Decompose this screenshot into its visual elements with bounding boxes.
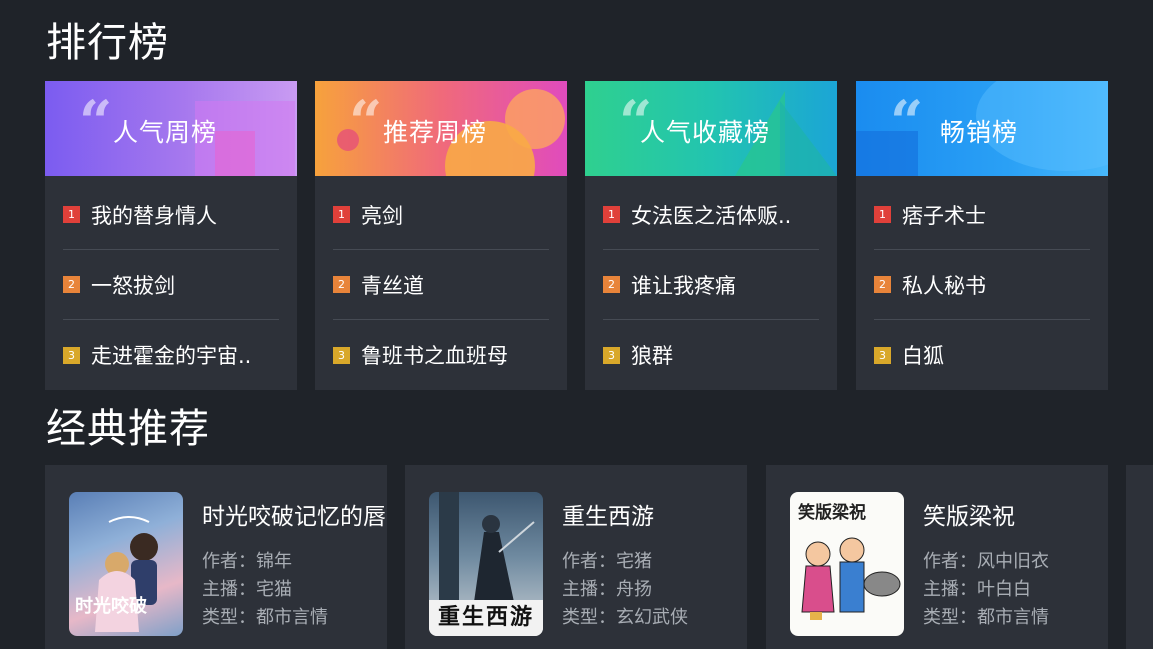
book-cover[interactable]: 重生西游 (429, 492, 543, 636)
book-cover[interactable]: 笑版梁祝 (790, 492, 904, 636)
rank-item-name: 我的替身情人 (91, 203, 217, 228)
rank-header-banner[interactable]: “ 人气收藏榜 (585, 81, 837, 176)
rank-item-name: 女法医之活体贩.. (631, 203, 792, 228)
banner-decoration (780, 101, 837, 176)
book-title: 重生西游 (562, 504, 654, 530)
rank-item-name: 狼群 (631, 344, 673, 368)
rank-item[interactable]: 2 谁让我疼痛 (603, 250, 819, 320)
book-narrator: 主播：舟扬 (562, 579, 652, 600)
rank-item[interactable]: 3 走进霍金的宇宙.. (63, 320, 279, 390)
rank-header-banner[interactable]: “ 人气周榜 (45, 81, 297, 176)
rank-badge: 1 (603, 206, 620, 223)
rank-item[interactable]: 1 痞子术士 (874, 180, 1090, 250)
rank-badge: 3 (63, 346, 80, 364)
book-narrator: 主播：叶白白 (923, 579, 1031, 600)
classic-section-title: 经典推荐 (46, 406, 210, 452)
rank-card-favorites[interactable]: “ 人气收藏榜 1 女法医之活体贩.. 2 谁让我疼痛 3 狼群 (585, 81, 837, 390)
rank-item[interactable]: 1 女法医之活体贩.. (603, 180, 819, 250)
book-narrator: 主播：宅猫 (202, 579, 292, 600)
rank-badge: 2 (333, 276, 350, 293)
quote-icon: “ (890, 88, 924, 156)
rank-badge: 1 (63, 206, 80, 223)
rank-item-name: 亮剑 (361, 203, 403, 228)
rank-item-name: 鲁班书之血班母 (361, 344, 508, 368)
quote-icon: “ (349, 88, 383, 156)
rank-item-name: 青丝道 (361, 273, 424, 298)
rank-list-title: 人气收藏榜 (640, 118, 771, 147)
book-card[interactable]: 时光咬破 时光咬破记忆的唇 作者：锦年 主播：宅猫 类型：都市言情 (45, 465, 387, 649)
cover-title-text: 时光咬破 (75, 596, 147, 617)
rank-badge: 2 (874, 276, 891, 293)
rank-list-title: 人气周榜 (113, 118, 218, 147)
book-author: 作者：风中旧衣 (923, 551, 1049, 572)
banner-decoration (215, 131, 255, 176)
book-card-partial[interactable] (1126, 465, 1153, 649)
cover-title-text: 笑版梁祝 (798, 503, 866, 523)
rank-item[interactable]: 3 鲁班书之血班母 (333, 320, 549, 390)
rank-item[interactable]: 1 我的替身情人 (63, 180, 279, 250)
rank-item-name: 白狐 (902, 344, 944, 368)
quote-icon: “ (79, 88, 113, 156)
rank-item-name: 一怒拔剑 (91, 273, 175, 298)
book-card[interactable]: 笑版梁祝 笑版梁祝 作者：风中旧衣 主播：叶白白 类型：都市言情 (766, 465, 1108, 649)
rank-badge: 3 (603, 346, 620, 364)
rank-item-name: 私人秘书 (902, 273, 986, 298)
rank-badge: 1 (333, 206, 350, 223)
book-author: 作者：宅猪 (562, 551, 652, 572)
rank-header-banner[interactable]: “ 畅销榜 (856, 81, 1108, 176)
rank-item[interactable]: 2 青丝道 (333, 250, 549, 320)
rank-list-title: 推荐周榜 (383, 118, 488, 147)
book-cover[interactable]: 时光咬破 (69, 492, 183, 636)
rank-item-name: 痞子术士 (902, 203, 986, 228)
rank-badge: 3 (333, 346, 350, 364)
rank-item[interactable]: 2 私人秘书 (874, 250, 1090, 320)
book-genre: 类型：都市言情 (923, 607, 1049, 628)
rank-item[interactable]: 3 白狐 (874, 320, 1090, 390)
cover-title-text: 重生西游 (429, 600, 543, 636)
rank-card-popular-weekly[interactable]: “ 人气周榜 1 我的替身情人 2 一怒拔剑 3 走进霍金的宇宙.. (45, 81, 297, 390)
book-title: 时光咬破记忆的唇 (202, 504, 386, 530)
rank-badge: 3 (874, 346, 891, 364)
rank-item[interactable]: 1 亮剑 (333, 180, 549, 250)
rank-list-title: 畅销榜 (940, 118, 1019, 147)
rank-item[interactable]: 2 一怒拔剑 (63, 250, 279, 320)
rank-badge: 1 (874, 206, 891, 223)
rank-header-banner[interactable]: “ 推荐周榜 (315, 81, 567, 176)
rank-item-name: 走进霍金的宇宙.. (91, 344, 252, 368)
book-genre: 类型：玄幻武侠 (562, 607, 688, 628)
book-author: 作者：锦年 (202, 551, 292, 572)
rank-card-bestseller[interactable]: “ 畅销榜 1 痞子术士 2 私人秘书 3 白狐 (856, 81, 1108, 390)
rank-item-name: 谁让我疼痛 (631, 273, 736, 298)
book-title: 笑版梁祝 (923, 504, 1015, 530)
rank-card-recommend-weekly[interactable]: “ 推荐周榜 1 亮剑 2 青丝道 3 鲁班书之血班母 (315, 81, 567, 390)
rank-section-title: 排行榜 (46, 20, 169, 66)
rank-badge: 2 (63, 276, 80, 293)
book-card[interactable]: 重生西游 重生西游 作者：宅猪 主播：舟扬 类型：玄幻武侠 (405, 465, 747, 649)
rank-item[interactable]: 3 狼群 (603, 320, 819, 390)
book-genre: 类型：都市言情 (202, 607, 328, 628)
rank-badge: 2 (603, 276, 620, 293)
